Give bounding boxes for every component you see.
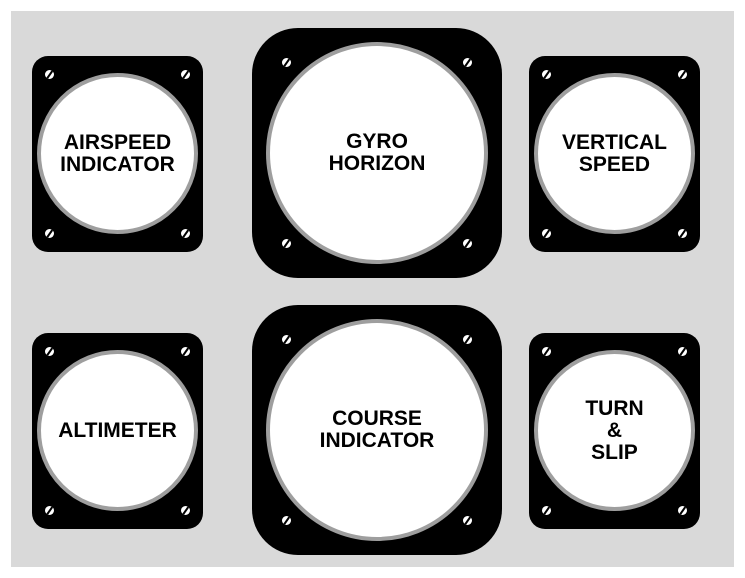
screw-icon — [282, 239, 291, 248]
screw-icon — [678, 347, 687, 356]
gauge-label: TURN & SLIP — [585, 396, 644, 464]
gauge-label: GYRO HORIZON — [328, 130, 426, 175]
vertical-speed-gauge: VERTICAL SPEED — [529, 56, 700, 252]
screw-icon — [282, 58, 291, 67]
screw-icon — [181, 347, 190, 356]
airspeed-indicator-gauge: AIRSPEED INDICATOR — [32, 56, 203, 252]
screw-icon — [45, 506, 54, 515]
gauge-face: VERTICAL SPEED — [534, 73, 695, 234]
gauge-label: ALTIMETER — [58, 418, 177, 442]
gauge-label: VERTICAL SPEED — [562, 130, 667, 176]
screw-icon — [463, 239, 472, 248]
screw-icon — [678, 506, 687, 515]
screw-icon — [542, 70, 551, 79]
gauge-label: AIRSPEED INDICATOR — [60, 130, 175, 176]
screw-icon — [282, 516, 291, 525]
screw-icon — [542, 229, 551, 238]
screw-icon — [181, 70, 190, 79]
gauge-face: GYRO HORIZON — [266, 42, 488, 264]
gauge-face: TURN & SLIP — [534, 350, 695, 511]
gauge-face: COURSE INDICATOR — [266, 319, 488, 541]
course-indicator-gauge: COURSE INDICATOR — [252, 305, 502, 555]
turn-and-slip-gauge: TURN & SLIP — [529, 333, 700, 529]
screw-icon — [45, 229, 54, 238]
screw-icon — [282, 335, 291, 344]
gauge-face: AIRSPEED INDICATOR — [37, 73, 198, 234]
screw-icon — [463, 335, 472, 344]
screw-icon — [542, 347, 551, 356]
gauge-label: COURSE INDICATOR — [319, 407, 435, 452]
screw-icon — [678, 70, 687, 79]
screw-icon — [463, 58, 472, 67]
altimeter-gauge: ALTIMETER — [32, 333, 203, 529]
instrument-panel: AIRSPEED INDICATOR GYRO HORIZON VERTICAL… — [11, 11, 734, 567]
screw-icon — [542, 506, 551, 515]
gyro-horizon-gauge: GYRO HORIZON — [252, 28, 502, 278]
screw-icon — [181, 229, 190, 238]
screw-icon — [463, 516, 472, 525]
screw-icon — [45, 347, 54, 356]
screw-icon — [678, 229, 687, 238]
screw-icon — [181, 506, 190, 515]
screw-icon — [45, 70, 54, 79]
gauge-face: ALTIMETER — [37, 350, 198, 511]
